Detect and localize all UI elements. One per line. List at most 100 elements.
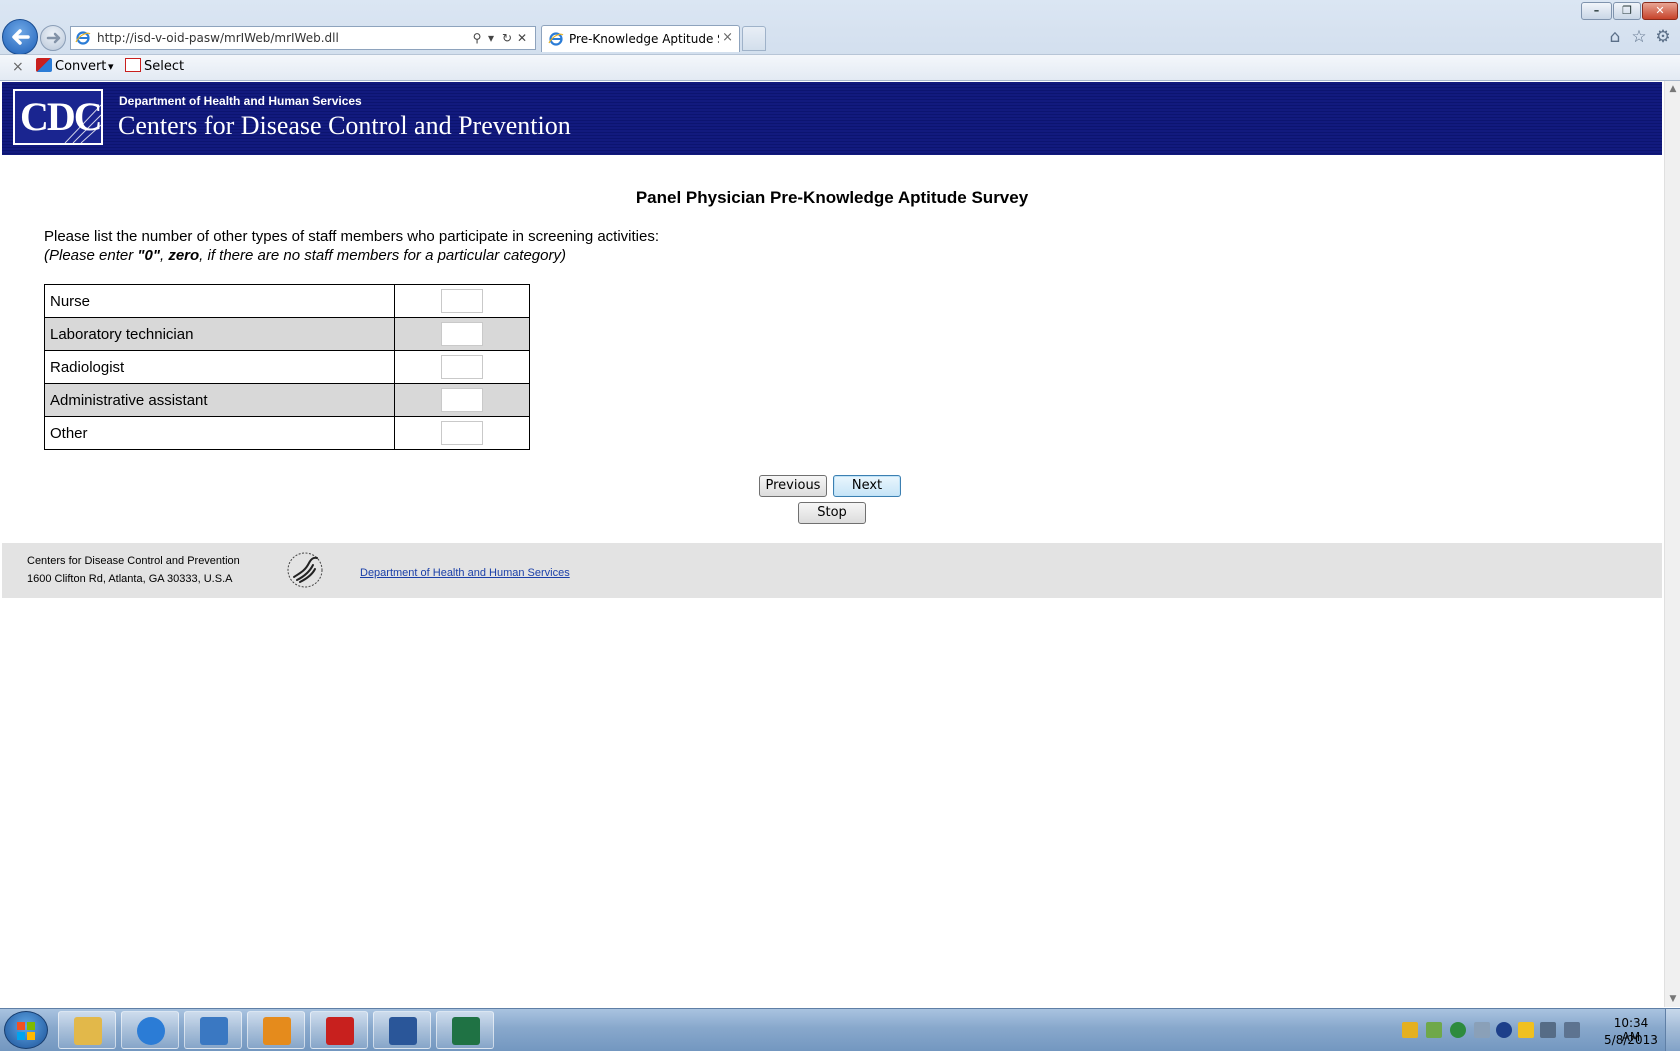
page-content: CDC Department of Health and Human Servi…	[1, 81, 1663, 1007]
adobe-reader-icon	[326, 1017, 354, 1045]
note-prefix: (Please enter	[44, 247, 138, 264]
instruction-note: (Please enter "0", zero, if there are no…	[44, 247, 566, 264]
word-icon	[389, 1017, 417, 1045]
stop-load-icon[interactable]: ✕	[514, 30, 530, 46]
select-button[interactable]: Select	[125, 57, 184, 77]
laboratory-technician-count-input[interactable]	[441, 322, 483, 346]
lync-icon	[200, 1017, 228, 1045]
tray-security-icon[interactable]	[1426, 1022, 1442, 1038]
taskbar-app-word[interactable]	[373, 1011, 431, 1049]
previous-button[interactable]: Previous	[759, 475, 827, 497]
row-label-laboratory-technician: Laboratory technician	[44, 317, 395, 351]
tray-outlook-icon[interactable]	[1402, 1022, 1418, 1038]
hhs-eagle-icon	[287, 552, 323, 588]
home-icon[interactable]: ⌂	[1605, 27, 1625, 47]
nurse-count-input[interactable]	[441, 289, 483, 313]
vertical-scrollbar[interactable]: ▲ ▼	[1664, 81, 1680, 1007]
taskbar-app-windows-explorer[interactable]	[58, 1011, 116, 1049]
taskbar-app-outlook[interactable]	[247, 1011, 305, 1049]
taskbar: 10:34 AM 5/8/2013	[0, 1008, 1680, 1051]
show-desktop-button[interactable]	[1665, 1009, 1680, 1051]
close-icon: ✕	[1655, 4, 1665, 17]
hhs-link[interactable]: Department of Health and Human Services	[360, 567, 570, 579]
browser-chrome: – ❐ ✕ http://isd-v-oid-pasw/mrIWeb/mrIWe…	[0, 0, 1680, 81]
instruction-text: Please list the number of other types of…	[44, 228, 660, 245]
restore-button[interactable]: ❐	[1613, 2, 1641, 20]
dropdown-icon[interactable]: ▾	[483, 30, 499, 46]
agency-name: Centers for Disease Control and Preventi…	[118, 111, 571, 140]
outlook-icon	[263, 1017, 291, 1045]
cdc-header-banner: CDC Department of Health and Human Servi…	[2, 82, 1662, 155]
favorites-icon[interactable]: ☆	[1629, 27, 1649, 47]
scroll-up-icon[interactable]: ▲	[1665, 81, 1680, 97]
row-label-nurse: Nurse	[44, 284, 395, 318]
note-zero-quoted: "0"	[137, 247, 160, 264]
minimize-button[interactable]: –	[1581, 2, 1612, 20]
table-row: Laboratory technician	[44, 317, 530, 351]
taskbar-app-excel[interactable]	[436, 1011, 494, 1049]
ie-tab-icon	[548, 32, 564, 46]
internet-explorer-icon	[137, 1017, 165, 1045]
stop-button[interactable]: Stop	[798, 502, 866, 524]
url-text[interactable]: http://isd-v-oid-pasw/mrIWeb/mrIWeb.dll	[97, 31, 339, 45]
tray-network-icon[interactable]	[1540, 1022, 1556, 1038]
convert-icon	[36, 58, 52, 72]
convert-dropdown-icon[interactable]: ▾	[108, 57, 114, 77]
tray-sync-icon[interactable]	[1450, 1022, 1466, 1038]
command-bar: × Convert ▾ Select	[0, 54, 1680, 80]
back-arrow-icon	[12, 29, 30, 45]
page-title: Panel Physician Pre-Knowledge Aptitude S…	[635, 188, 1029, 207]
restore-icon: ❐	[1622, 4, 1632, 17]
staff-count-table: Nurse Laboratory technician Radiologist …	[44, 284, 530, 450]
refresh-icon[interactable]: ↻	[499, 30, 515, 46]
next-button[interactable]: Next	[833, 475, 901, 497]
folder-icon	[74, 1017, 102, 1045]
cdc-logo[interactable]: CDC	[13, 89, 103, 145]
cdc-logo-stripes-icon	[64, 104, 101, 143]
tray-shield-icon[interactable]	[1518, 1022, 1534, 1038]
row-label-radiologist: Radiologist	[44, 350, 395, 384]
settings-icon[interactable]: ⚙	[1653, 27, 1673, 47]
row-label-administrative-assistant: Administrative assistant	[44, 383, 395, 417]
tab-close-icon[interactable]: ×	[722, 30, 733, 46]
tray-info-icon[interactable]	[1496, 1022, 1512, 1038]
scroll-down-icon[interactable]: ▼	[1665, 991, 1680, 1007]
excel-icon	[452, 1017, 480, 1045]
table-row: Other	[44, 416, 530, 450]
footer-org-name: Centers for Disease Control and Preventi…	[27, 555, 240, 567]
ie-page-icon	[75, 31, 91, 45]
clock-date[interactable]: 5/8/2013	[1603, 1033, 1659, 1047]
taskbar-app-lync[interactable]	[184, 1011, 242, 1049]
radiologist-count-input[interactable]	[441, 355, 483, 379]
select-icon	[125, 58, 141, 72]
department-name: Department of Health and Human Services	[119, 94, 362, 108]
page-footer: Centers for Disease Control and Preventi…	[2, 543, 1662, 598]
tray-volume-icon[interactable]	[1564, 1022, 1580, 1038]
tray-tool-icon[interactable]	[1474, 1022, 1490, 1038]
taskbar-app-internet-explorer[interactable]	[121, 1011, 179, 1049]
row-input-cell	[394, 416, 530, 450]
row-input-cell	[394, 317, 530, 351]
windows-logo-icon	[17, 1022, 35, 1040]
other-count-input[interactable]	[441, 421, 483, 445]
command-bar-close-icon[interactable]: ×	[12, 58, 24, 76]
table-row: Nurse	[44, 284, 530, 318]
start-button[interactable]	[4, 1011, 48, 1049]
row-input-cell	[394, 284, 530, 318]
address-bar[interactable]: http://isd-v-oid-pasw/mrIWeb/mrIWeb.dll …	[70, 26, 536, 50]
row-input-cell	[394, 350, 530, 384]
close-window-button[interactable]: ✕	[1642, 2, 1678, 20]
row-input-cell	[394, 383, 530, 417]
back-button[interactable]	[2, 19, 38, 55]
forward-button[interactable]	[40, 25, 66, 51]
table-row: Administrative assistant	[44, 383, 530, 417]
tab-survey[interactable]: Pre-Knowledge Aptitude S... ×	[541, 25, 740, 52]
administrative-assistant-count-input[interactable]	[441, 388, 483, 412]
row-label-other: Other	[44, 416, 395, 450]
tab-title: Pre-Knowledge Aptitude S...	[569, 32, 719, 46]
taskbar-app-adobe-reader[interactable]	[310, 1011, 368, 1049]
table-row: Radiologist	[44, 350, 530, 384]
new-tab-button[interactable]	[742, 26, 766, 51]
convert-button[interactable]: Convert	[36, 57, 106, 77]
select-label: Select	[144, 59, 185, 74]
